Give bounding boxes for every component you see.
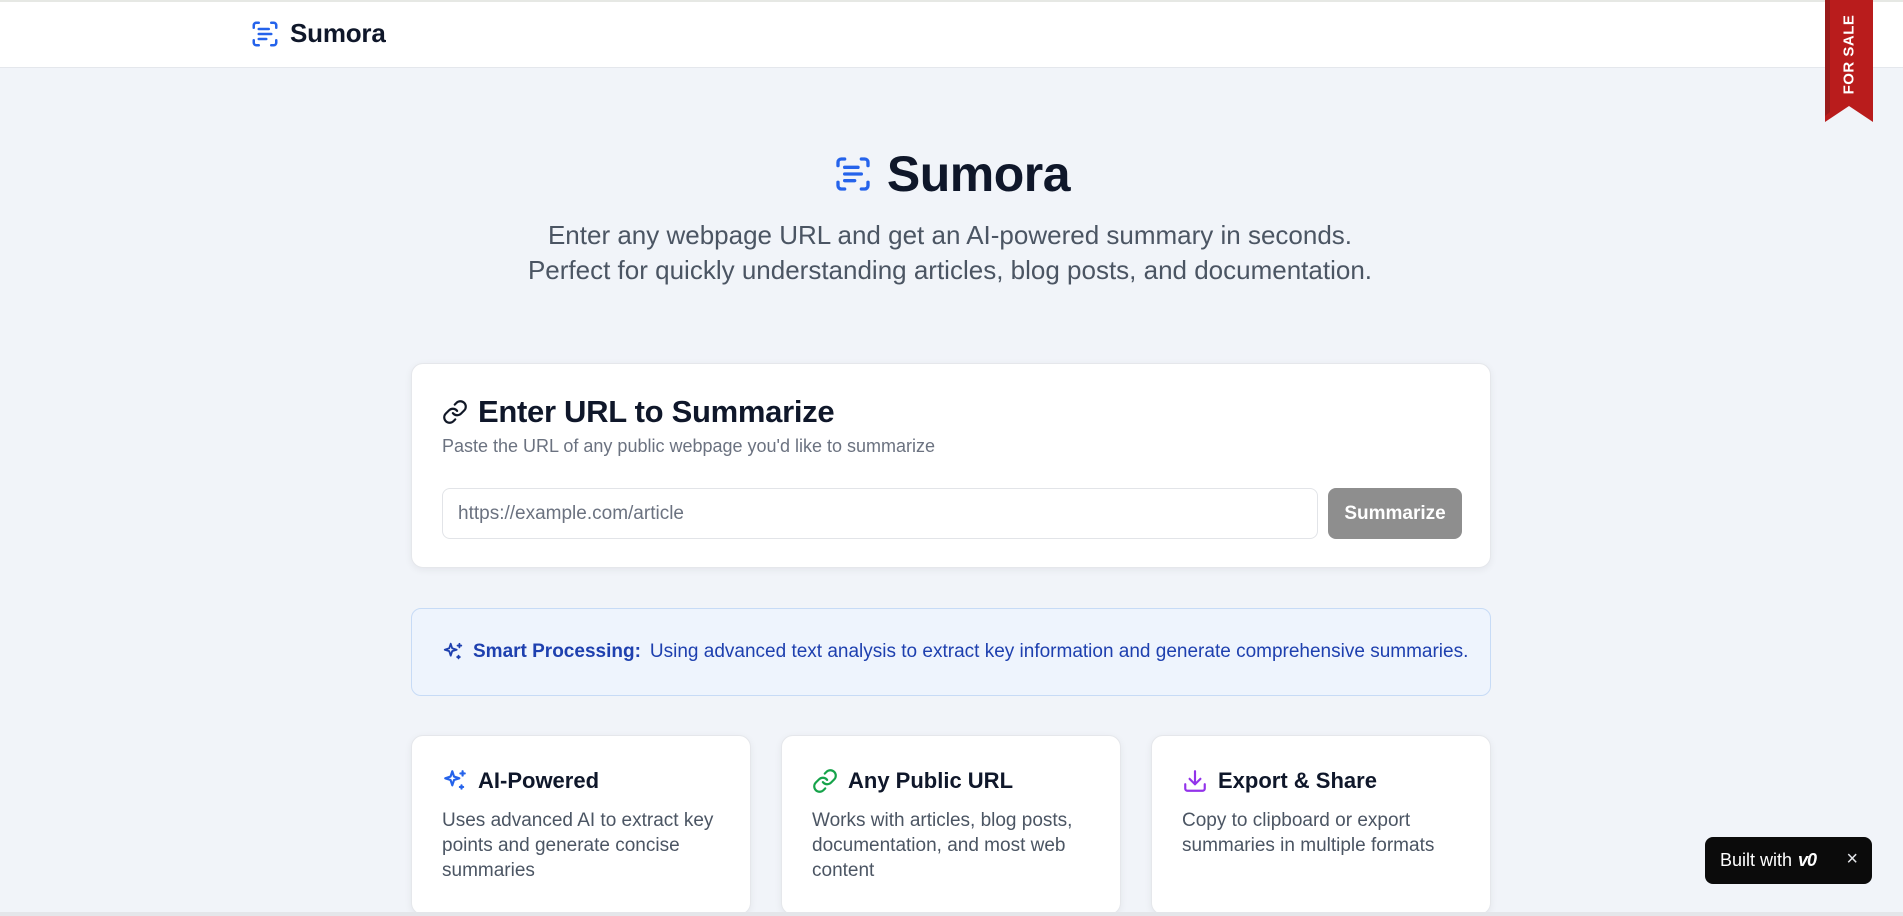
info-label: Smart Processing:	[473, 641, 641, 662]
feature-card-ai-powered: AI-Powered Uses advanced AI to extract k…	[411, 735, 751, 915]
feature-header: Any Public URL	[812, 768, 1013, 794]
url-card-title: Enter URL to Summarize	[478, 394, 835, 429]
url-input[interactable]	[442, 488, 1318, 539]
url-form-card: Enter URL to Summarize Paste the URL of …	[411, 363, 1491, 568]
smart-processing-banner: Smart Processing: Using advanced text an…	[411, 608, 1491, 696]
header-brand-name: Sumora	[290, 18, 386, 48]
feature-description: Works with articles, blog posts, documen…	[812, 810, 1073, 881]
feature-title: AI-Powered	[478, 768, 600, 793]
feature-card-any-public-url: Any Public URL Works with articles, blog…	[781, 735, 1121, 915]
scan-text-icon	[836, 157, 870, 191]
for-sale-ribbon[interactable]: FOR SALE	[1821, 0, 1877, 126]
built-with-v0-badge[interactable]: Built with v0 ×	[1705, 837, 1872, 884]
feature-header: AI-Powered	[442, 768, 599, 794]
bottom-divider	[0, 912, 1903, 916]
close-icon[interactable]: ×	[1846, 848, 1858, 871]
built-with-text: Built with	[1720, 850, 1793, 870]
url-card-description: Paste the URL of any public webpage you'…	[442, 436, 936, 456]
feature-title: Any Public URL	[848, 768, 1014, 793]
sparkles-icon	[443, 642, 463, 660]
summarize-button[interactable]: Summarize	[1328, 488, 1462, 539]
v0-logo-icon: v0	[1798, 850, 1817, 870]
feature-description: Copy to clipboard or export summaries in…	[1182, 810, 1435, 856]
sparkles-icon	[444, 770, 466, 790]
hero-title-text: Sumora	[886, 146, 1071, 202]
hero-subtitle: Enter any webpage URL and get an AI-powe…	[527, 220, 1373, 285]
info-text: Using advanced text analysis to extract …	[649, 641, 1469, 662]
feature-title: Export & Share	[1218, 768, 1377, 793]
link-icon	[443, 400, 467, 424]
ribbon-text-wrap: FOR SALE	[1835, 8, 1863, 100]
top-navbar: Sumora	[0, 0, 1903, 68]
feature-card-export-share: Export & Share Copy to clipboard or expo…	[1151, 735, 1491, 915]
scan-text-icon	[252, 21, 278, 46]
feature-description: Uses advanced AI to extract key points a…	[442, 810, 714, 881]
url-card-header: Enter URL to Summarize	[442, 394, 835, 430]
link-icon	[813, 769, 837, 793]
header-brand[interactable]: Sumora	[250, 18, 386, 49]
feature-header: Export & Share	[1182, 768, 1377, 794]
download-icon	[1184, 770, 1206, 792]
hero-title: Sumora	[0, 145, 1903, 203]
ribbon-label: FOR SALE	[1840, 14, 1858, 94]
